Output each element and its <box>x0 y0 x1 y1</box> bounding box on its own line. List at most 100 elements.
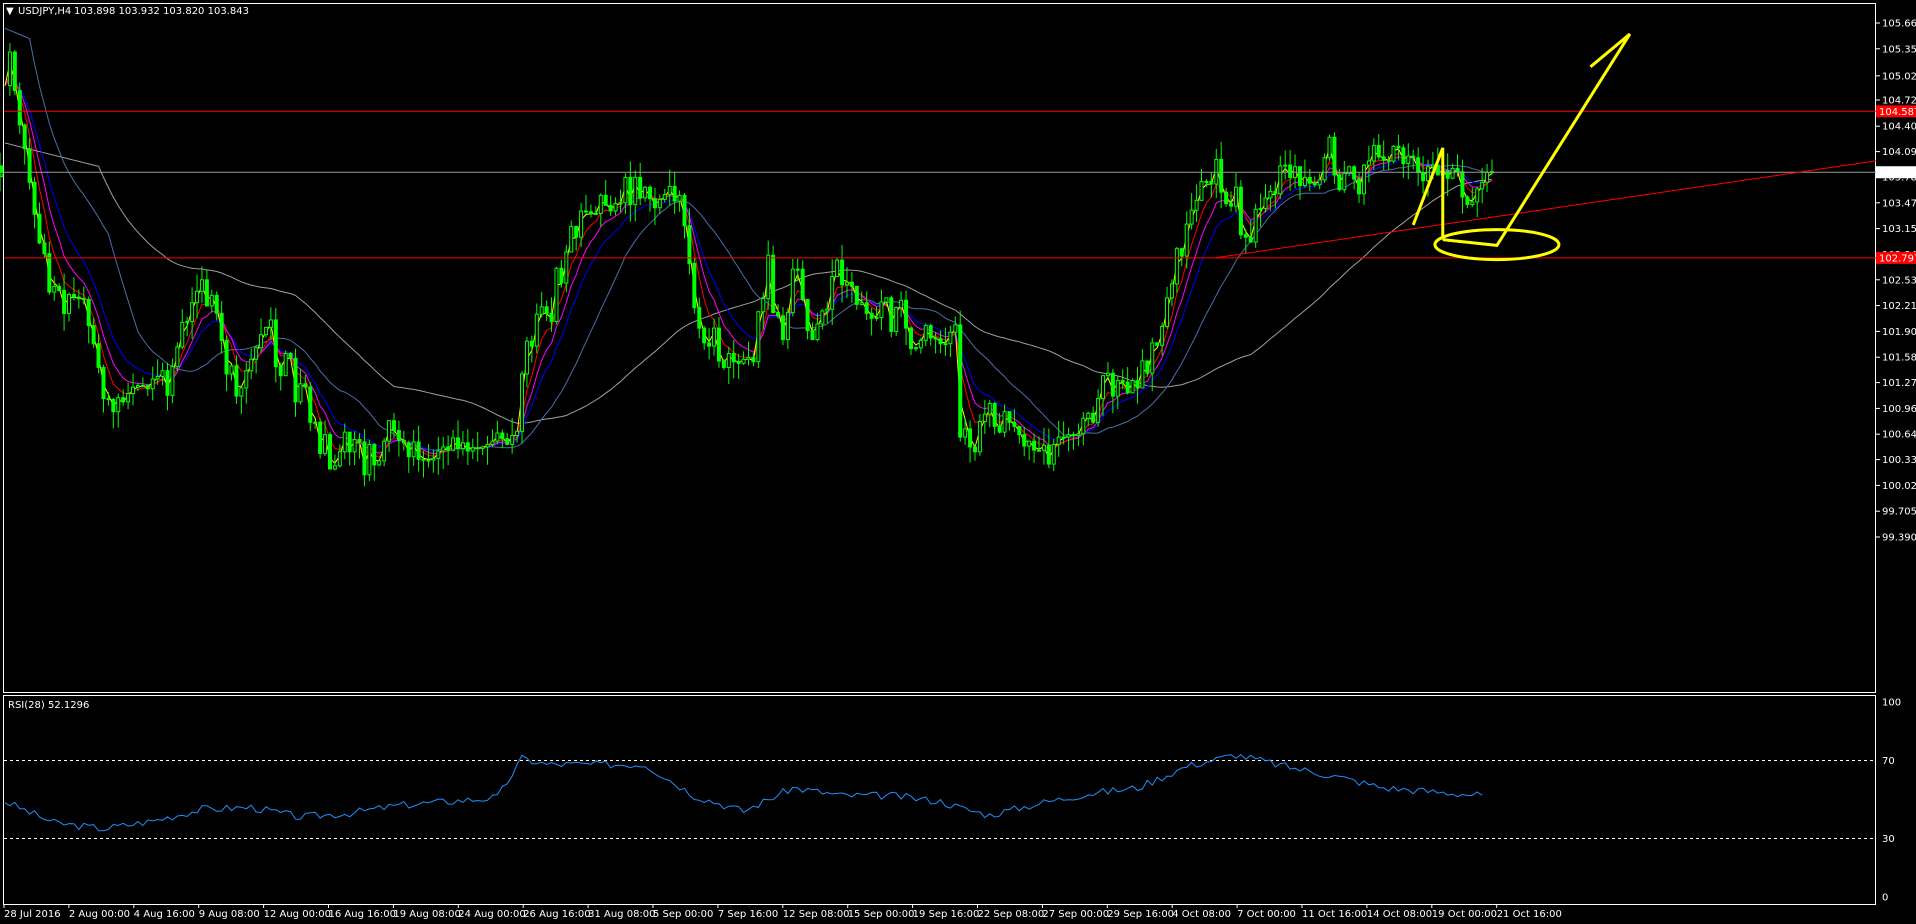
candle-body <box>1214 158 1219 185</box>
candle-body <box>1066 434 1071 438</box>
price-axis-ticks: 105.665 105.350 105.020 104.725 104.405 104.0… <box>1876 19 1916 544</box>
candle-body <box>1475 188 1480 203</box>
candle-body <box>643 186 648 199</box>
candle-body <box>529 340 534 347</box>
candle-body <box>485 443 490 448</box>
candle-body <box>57 285 62 291</box>
candle-body <box>579 210 584 238</box>
candle-body <box>342 431 347 453</box>
candle-body <box>1278 165 1283 195</box>
time-tick-label: 4 Aug 16:00 <box>134 909 195 920</box>
candle-body <box>751 357 756 363</box>
candle-body <box>451 437 456 451</box>
candle-body <box>707 342 712 347</box>
candle-body <box>249 358 254 372</box>
candle-body <box>1268 190 1273 199</box>
candle-body <box>416 441 421 460</box>
candle-body <box>1115 380 1120 397</box>
price-tick-label: 100.020 <box>1882 481 1916 492</box>
time-tick-label: 29 Sep 16:00 <box>1107 909 1174 920</box>
candle-body <box>879 301 884 318</box>
candle-body <box>1401 147 1406 164</box>
candle-body <box>273 319 278 368</box>
candle-body <box>1352 166 1357 180</box>
time-tick-label: 14 Oct 08:00 <box>1367 909 1432 920</box>
candle-body <box>1165 297 1170 327</box>
candle-body <box>1071 434 1076 437</box>
candle-body <box>145 384 150 390</box>
candle-body <box>785 312 790 341</box>
time-tick-label: 26 Aug 16:00 <box>523 909 590 920</box>
candle-body <box>1041 444 1046 451</box>
candle-body <box>500 432 505 440</box>
candle-body <box>170 366 175 396</box>
candle-body <box>323 434 328 454</box>
candle-body <box>185 321 190 324</box>
candle-body <box>495 432 500 442</box>
candle-body <box>1332 136 1337 176</box>
rsi-tick-label: 100 <box>1882 698 1901 709</box>
candle-body <box>12 51 17 92</box>
price-tick-label: 104.405 <box>1882 122 1916 133</box>
candle-body <box>539 306 544 315</box>
time-tick-label: 12 Sep 08:00 <box>783 909 850 920</box>
price-tick-label: 104.095 <box>1882 147 1916 158</box>
time-tick-label: 9 Aug 08:00 <box>199 909 260 920</box>
candle-body <box>1238 186 1243 236</box>
candle-body <box>1184 223 1189 257</box>
candle-body <box>1224 191 1229 205</box>
candle-body <box>1091 412 1096 423</box>
price-tick-label: 103.155 <box>1882 224 1916 235</box>
candle-body <box>1411 155 1416 159</box>
time-tick-label: 31 Aug 08:00 <box>588 909 655 920</box>
candle-body <box>780 315 785 341</box>
candle-body <box>830 276 835 310</box>
candle-body <box>726 353 731 368</box>
candle-body <box>1229 203 1234 207</box>
price-tick-label: 105.665 <box>1882 19 1916 30</box>
candle-body <box>460 442 465 450</box>
candle-body <box>1288 164 1293 178</box>
time-tick-label: 16 Aug 16:00 <box>329 909 396 920</box>
candle-body <box>805 298 810 332</box>
candle-body <box>667 185 672 196</box>
candle-body <box>1022 434 1027 447</box>
candle-body <box>800 268 805 300</box>
candle-body <box>1101 375 1106 400</box>
candle-body <box>165 370 170 396</box>
candle-body <box>716 327 721 362</box>
candle-body <box>7 51 12 87</box>
candle-body <box>1150 342 1155 374</box>
candle-body <box>401 439 406 444</box>
price-chart[interactable]: 105.665 105.350 105.020 104.725 104.405 104.0… <box>0 0 1916 924</box>
candle-body <box>332 465 337 470</box>
candle-body <box>446 446 451 451</box>
support-tag-label: 102.797 <box>1879 253 1916 264</box>
candle-body <box>86 298 91 327</box>
candle-body <box>889 297 894 332</box>
candle-body <box>1480 181 1485 190</box>
candle-body <box>1460 171 1465 198</box>
candle-body <box>588 211 593 214</box>
candle-body <box>357 439 362 443</box>
candle-body <box>431 457 436 461</box>
candle-body <box>657 199 662 209</box>
candle-body <box>884 297 889 303</box>
price-tick-label: 100.645 <box>1882 430 1916 441</box>
candle-body <box>623 176 628 204</box>
candle-body <box>702 327 707 344</box>
candle-body <box>554 267 559 323</box>
candle-body <box>298 383 303 403</box>
candle-body <box>1179 248 1184 257</box>
candle-body <box>972 446 977 453</box>
candle-body <box>1076 433 1081 436</box>
chart-header-symbol: USDJPY,H4 <box>18 6 71 17</box>
candle-body <box>32 181 37 215</box>
candle-body <box>1273 190 1278 195</box>
candle-body <box>308 386 313 423</box>
symbol-menu-icon[interactable]: ▼ <box>6 6 14 17</box>
price-tick-label: 100.960 <box>1882 404 1916 415</box>
price-tick-label: 102.215 <box>1882 301 1916 312</box>
candle-body <box>948 331 953 345</box>
candle-body <box>347 431 352 453</box>
